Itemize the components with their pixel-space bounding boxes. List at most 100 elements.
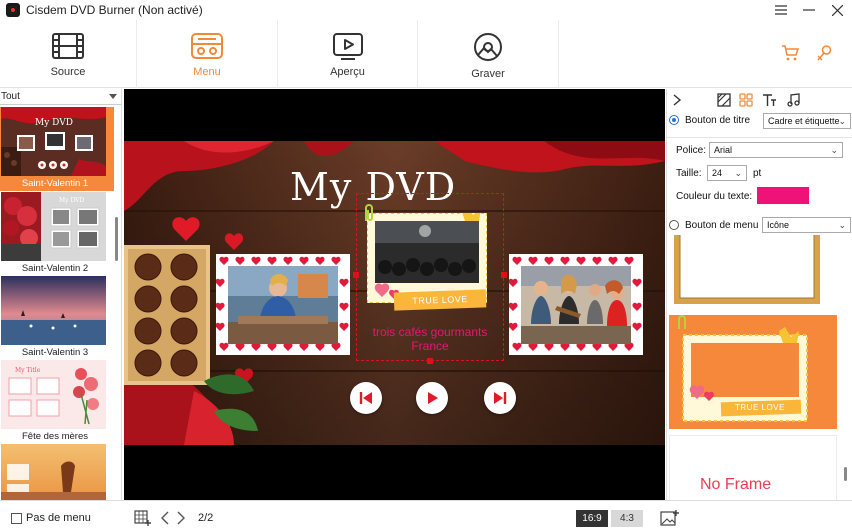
previous-page-icon[interactable] xyxy=(160,511,170,525)
menu-button-radio[interactable] xyxy=(669,220,679,230)
template-thumbnail xyxy=(1,444,106,500)
menu-button-style-select[interactable]: Icône ⌄ xyxy=(762,217,851,233)
play-button[interactable] xyxy=(416,382,448,414)
bottom-bar: Pas de menu 2/2 16:9 4:3 xyxy=(0,500,852,532)
template-item-saint-valentin-2[interactable]: My DVD Saint-Valentin 2 xyxy=(0,192,114,276)
template-item-fete-des-meres[interactable]: My Title Fête des mères xyxy=(0,360,114,444)
ratio-16-9-button[interactable]: 16:9 xyxy=(576,510,608,527)
disc-icon xyxy=(474,33,502,61)
ratio-4-3-button[interactable]: 4:3 xyxy=(611,510,643,527)
ratio-16-9-label: 16:9 xyxy=(582,513,602,524)
template-panel: Tout My DVD Saint-Valentin 1 My DVD Sain… xyxy=(0,89,122,500)
tab-source-label: Source xyxy=(50,66,86,78)
video-thumbnail-image xyxy=(521,266,631,344)
properties-tabs xyxy=(667,89,852,111)
caption-line-2: France xyxy=(411,339,449,353)
next-icon xyxy=(494,392,507,404)
ratio-4-3-label: 4:3 xyxy=(620,513,634,524)
chevron-down-icon xyxy=(109,94,117,99)
title-button-style-value: Cadre et étiquette xyxy=(768,116,840,126)
svg-text:My DVD: My DVD xyxy=(59,197,84,204)
svg-text:My Title: My Title xyxy=(15,367,41,374)
video-thumbnail-1[interactable] xyxy=(216,254,350,355)
minimize-icon[interactable] xyxy=(796,0,822,20)
resize-handle-right[interactable] xyxy=(501,272,507,278)
layout-icon[interactable] xyxy=(739,93,753,107)
resize-handle-left[interactable] xyxy=(353,272,359,278)
video-thumbnail-3[interactable] xyxy=(509,254,643,355)
tab-graver[interactable]: Graver xyxy=(418,20,559,88)
size-select[interactable]: 24 ⌄ xyxy=(707,165,747,181)
menu-canvas: My DVD TRUE LOVE trois cafés gourmants F… xyxy=(124,141,665,445)
template-item-saint-valentin-1[interactable]: My DVD Saint-Valentin 1 xyxy=(0,107,114,191)
text-icon[interactable] xyxy=(762,93,777,107)
app-window: Cisdem DVD Burner (Non activé) Source Me… xyxy=(0,0,852,532)
chevron-down-icon: ⌄ xyxy=(734,168,742,178)
frame-option-none[interactable]: No Frame xyxy=(669,435,837,500)
text-color-swatch[interactable] xyxy=(757,187,809,204)
next-page-icon[interactable] xyxy=(176,511,186,525)
video-thumbnail-image xyxy=(228,266,338,344)
no-frame-label: No Frame xyxy=(700,476,772,493)
template-item-saint-valentin-3[interactable]: Saint-Valentin 3 xyxy=(0,276,114,360)
add-image-icon[interactable] xyxy=(660,509,680,527)
template-thumbnail: My Title xyxy=(1,360,106,429)
resize-handle-bottom[interactable] xyxy=(427,358,433,364)
title-button-style-select[interactable]: Cadre et étiquette ⌄ xyxy=(763,113,851,129)
size-unit: pt xyxy=(753,168,762,179)
frame-sticker-label: TRUE LOVE xyxy=(735,403,785,412)
add-page-icon[interactable] xyxy=(134,510,152,526)
title-button-radio[interactable] xyxy=(669,115,679,125)
size-label: Taille: xyxy=(676,168,702,179)
close-icon[interactable] xyxy=(824,0,850,20)
tab-graver-label: Graver xyxy=(471,68,505,80)
title-bar: Cisdem DVD Burner (Non activé) xyxy=(0,0,852,20)
tab-apercu-label: Aperçu xyxy=(330,66,365,78)
chevron-down-icon: ⌄ xyxy=(838,116,846,126)
no-menu-label: Pas de menu xyxy=(26,512,91,524)
wooden-frame-preview xyxy=(674,235,820,304)
font-value: Arial xyxy=(714,145,733,155)
menu-icon[interactable] xyxy=(768,0,794,20)
main-toolbar: Source Menu Aperçu Graver xyxy=(0,20,852,88)
template-thumbnail: My DVD xyxy=(1,107,106,176)
template-scrollbar[interactable] xyxy=(115,217,118,261)
window-title: Cisdem DVD Burner (Non activé) xyxy=(26,3,203,17)
template-label: Saint-Valentin 3 xyxy=(21,347,89,358)
expand-icon[interactable] xyxy=(672,94,682,106)
app-logo-icon xyxy=(6,3,20,17)
tab-source[interactable]: Source xyxy=(0,20,137,88)
tab-apercu[interactable]: Aperçu xyxy=(278,20,418,88)
size-value: 24 xyxy=(712,168,723,178)
music-icon[interactable] xyxy=(787,93,800,107)
menu-preview: My DVD TRUE LOVE trois cafés gourmants F… xyxy=(124,89,665,500)
font-select[interactable]: Arial ⌄ xyxy=(709,142,843,158)
no-menu-checkbox[interactable] xyxy=(11,513,22,524)
previous-button[interactable] xyxy=(350,382,382,414)
page-indicator: 2/2 xyxy=(198,512,214,524)
chevron-down-icon: ⌄ xyxy=(838,220,846,230)
template-filter-value: Tout xyxy=(1,91,20,102)
play-screen-icon xyxy=(332,33,363,60)
frame-list-scrollbar[interactable] xyxy=(844,467,847,481)
template-filter-select[interactable]: Tout xyxy=(0,89,121,105)
template-thumbnail-title: My DVD xyxy=(35,118,73,128)
frame-option-sticker[interactable]: TRUE LOVE xyxy=(669,315,837,429)
tab-menu[interactable]: Menu xyxy=(137,20,278,88)
font-label: Police: xyxy=(676,145,707,156)
menu-button-style-value: Icône xyxy=(767,220,790,230)
menu-template-icon xyxy=(191,33,223,59)
template-item-5[interactable] xyxy=(0,444,114,500)
video-caption[interactable]: trois cafés gourmants France xyxy=(356,325,504,353)
next-button[interactable] xyxy=(484,382,516,414)
previous-icon xyxy=(359,392,372,404)
template-thumbnail xyxy=(1,276,106,345)
chevron-down-icon: ⌄ xyxy=(830,145,838,155)
caption-line-1: trois cafés gourmants xyxy=(372,325,488,339)
template-label: Saint-Valentin 1 xyxy=(21,178,89,189)
key-icon[interactable] xyxy=(815,44,833,62)
text-color-label: Couleur du texte: xyxy=(676,191,753,202)
background-icon[interactable] xyxy=(717,93,731,107)
frame-option-wooden[interactable] xyxy=(669,235,837,307)
cart-icon[interactable] xyxy=(781,44,799,62)
